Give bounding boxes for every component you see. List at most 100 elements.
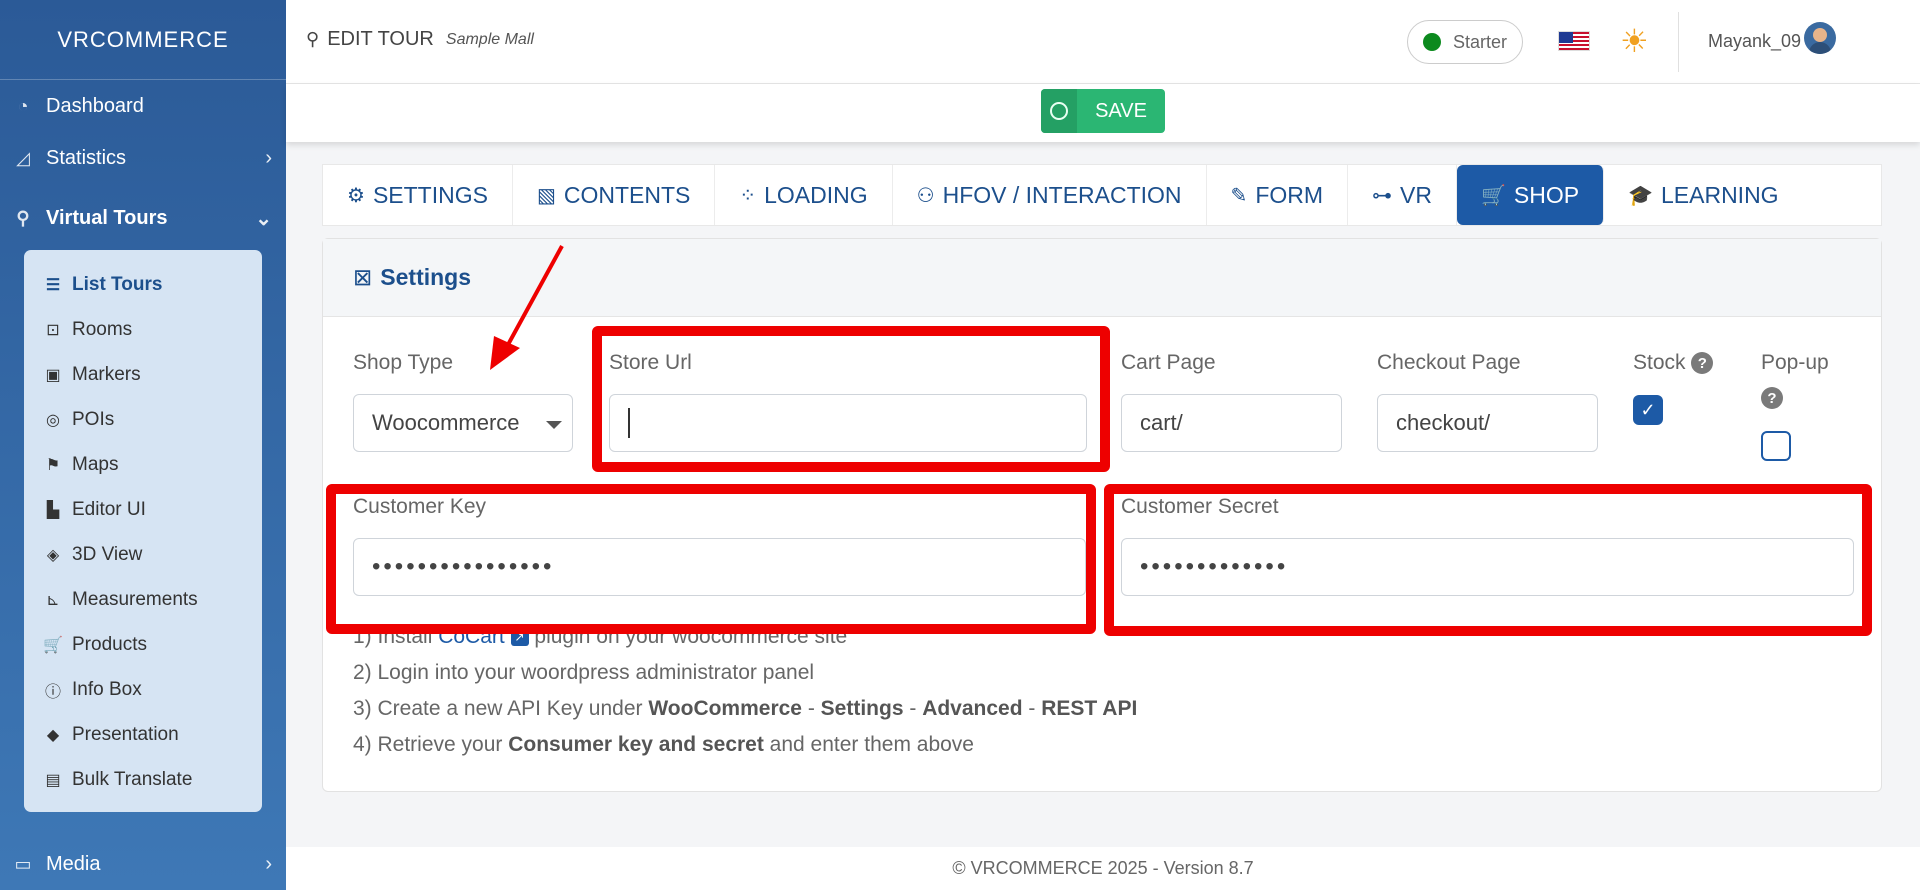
tab-learning[interactable]: 🎓 LEARNING xyxy=(1604,165,1803,225)
question-circle-icon[interactable]: ? xyxy=(1761,387,1783,409)
file-signature-icon: ✎ xyxy=(1230,184,1248,207)
popup-checkbox[interactable] xyxy=(1761,431,1791,461)
external-link-icon[interactable]: ↗ xyxy=(510,628,529,647)
sidebar-item-info-box[interactable]: ⓘ Info Box xyxy=(24,667,262,712)
tab-label: SHOP xyxy=(1513,181,1580,208)
shop-type-select[interactable]: Woocommerce xyxy=(353,394,573,452)
stock-checkbox[interactable]: ✓ xyxy=(1633,395,1663,425)
tab-label: LEARNING xyxy=(1660,181,1779,208)
tab-contents[interactable]: ▧ CONTENTS xyxy=(513,165,716,225)
tab-vr[interactable]: ⊶ VR xyxy=(1348,165,1457,225)
popup-label: Pop-up xyxy=(1761,351,1829,375)
sidebar-item-statistics[interactable]: ◿ Statistics › xyxy=(0,132,286,184)
sidebar-item-products[interactable]: 🛒 Products xyxy=(24,622,262,667)
store-url-input[interactable] xyxy=(609,394,1087,452)
status-dot-icon xyxy=(1422,33,1441,51)
cart-icon: 🛒 xyxy=(1480,184,1506,207)
sidebar-item-list-tours[interactable]: ☰ List Tours xyxy=(24,262,262,307)
cart-page-value: cart/ xyxy=(1140,410,1183,435)
sidebar-item-label: Rooms xyxy=(72,318,133,340)
sidebar-item-label: Editor UI xyxy=(72,498,146,520)
customer-key-input[interactable]: •••••••••••••••• xyxy=(353,538,1086,596)
store-url-label: Store Url xyxy=(609,351,692,374)
tab-loading[interactable]: ⁘ LOADING xyxy=(715,165,893,225)
sidebar-item-pois[interactable]: ◎ POIs xyxy=(24,397,262,442)
sidebar-item-3d-view[interactable]: ◈ 3D View xyxy=(24,532,262,577)
sidebar-item-presentation[interactable]: ◆ Presentation xyxy=(24,712,262,757)
tab-label: CONTENTS xyxy=(563,181,691,208)
language-icon: ▤ xyxy=(45,771,61,789)
binoculars-icon: ⚇ xyxy=(916,184,935,207)
sidebar-item-label: Presentation xyxy=(72,723,179,745)
us-flag-icon[interactable] xyxy=(1558,31,1590,51)
step-text: 3) Create a new API Key under xyxy=(353,697,649,720)
tab-label: VR xyxy=(1400,181,1432,208)
checkout-page-input[interactable]: checkout/ xyxy=(1377,394,1598,452)
page-title-text: EDIT TOUR xyxy=(327,28,434,50)
sidebar-item-virtual-tours[interactable]: ⚲ Virtual Tours ⌄ xyxy=(0,192,286,244)
cart-page-label: Cart Page xyxy=(1121,351,1216,374)
sidebar-item-label: Maps xyxy=(72,453,119,475)
sidebar-item-label: Markers xyxy=(72,363,141,385)
customer-secret-input[interactable]: ••••••••••••• xyxy=(1121,538,1854,596)
username[interactable]: Mayank_09 xyxy=(1708,31,1801,52)
cart-icon: 🛒 xyxy=(43,636,63,654)
cart-page-input[interactable]: cart/ xyxy=(1121,394,1342,452)
instruction-step-4: 4) Retrieve your Consumer key and secret… xyxy=(353,733,974,757)
vr-cardboard-icon: ⊶ xyxy=(1372,184,1393,207)
brand-logo[interactable]: VRCOMMERCE xyxy=(0,0,286,80)
header-divider xyxy=(1678,12,1679,72)
step-text: 1) Install xyxy=(353,625,439,648)
step-bold: Advanced xyxy=(922,697,1023,720)
sidebar-item-label: Products xyxy=(72,633,147,655)
sidebar-item-label: Media xyxy=(46,852,101,875)
customer-secret-label: Customer Secret xyxy=(1121,495,1279,518)
tab-hfov-interaction[interactable]: ⚇ HFOV / INTERACTION xyxy=(893,165,1207,225)
spinner-icon: ⁘ xyxy=(739,184,757,207)
swatchbook-icon: ▙ xyxy=(46,501,60,519)
graduation-cap-icon: 🎓 xyxy=(1628,184,1653,207)
sidebar-item-rooms[interactable]: ⊡ Rooms xyxy=(24,307,262,352)
step-bold: WooCommerce xyxy=(648,697,802,720)
sidebar-item-label: List Tours xyxy=(72,273,163,295)
sidebar-item-editor-ui[interactable]: ▙ Editor UI xyxy=(24,487,262,532)
route-icon: ⚲ xyxy=(16,207,30,228)
shop-type-label: Shop Type xyxy=(353,351,454,374)
sidebar-item-markers[interactable]: ▣ Markers xyxy=(24,352,262,397)
sidebar: VRCOMMERCE ◔ Dashboard ◿ Statistics › ⚲ … xyxy=(0,0,286,890)
sidebar-item-maps[interactable]: ⚑ Maps xyxy=(24,442,262,487)
info-circle-icon: ⓘ xyxy=(44,683,61,701)
plan-badge[interactable]: Starter xyxy=(1407,20,1523,64)
sidebar-item-dashboard[interactable]: ◔ Dashboard xyxy=(0,80,286,132)
tab-label: LOADING xyxy=(764,181,868,208)
instruction-step-2: 2) Login into your woordpress administra… xyxy=(353,661,815,684)
step-sep: - xyxy=(903,697,923,720)
list-icon: ☰ xyxy=(45,276,61,294)
vector-square-icon: ⊡ xyxy=(46,321,60,339)
virtual-tours-submenu: ☰ List Tours ⊡ Rooms ▣ Markers ◎ POIs ⚑ Maps … xyxy=(24,250,262,812)
sidebar-item-media[interactable]: ▭ Media › xyxy=(0,838,286,890)
tab-label: FORM xyxy=(1255,181,1324,208)
tab-shop[interactable]: 🛒 SHOP xyxy=(1456,165,1605,225)
tab-label: SETTINGS xyxy=(372,181,488,208)
annotation-arrow-icon xyxy=(490,245,564,370)
desktop-icon: ▭ xyxy=(14,853,32,874)
top-header: ⚲ EDIT TOUR Sample Mall Starter ☀ Mayank… xyxy=(286,0,1920,84)
cocart-link[interactable]: CoCart xyxy=(438,625,505,648)
stock-label: Stock ? xyxy=(1633,351,1714,375)
sidebar-item-label: Measurements xyxy=(72,588,198,610)
sidebar-item-label: Bulk Translate xyxy=(72,768,193,790)
tab-settings[interactable]: ⚙ SETTINGS xyxy=(323,165,513,225)
images-icon: ▧ xyxy=(536,184,556,207)
window-close-icon: ⊠ xyxy=(353,264,373,290)
sun-icon[interactable]: ☀ xyxy=(1620,22,1649,60)
sidebar-item-measurements[interactable]: ⊾ Measurements xyxy=(24,577,262,622)
save-bar: SAVE xyxy=(286,84,1920,142)
chart-area-icon: ◿ xyxy=(16,147,30,168)
step-bold: REST API xyxy=(1041,697,1138,720)
tab-form[interactable]: ✎ FORM xyxy=(1207,165,1349,225)
sidebar-item-bulk-translate[interactable]: ▤ Bulk Translate xyxy=(24,757,262,802)
question-circle-icon[interactable]: ? xyxy=(1691,352,1714,375)
save-button[interactable]: SAVE xyxy=(1041,89,1165,133)
avatar[interactable] xyxy=(1804,22,1836,54)
